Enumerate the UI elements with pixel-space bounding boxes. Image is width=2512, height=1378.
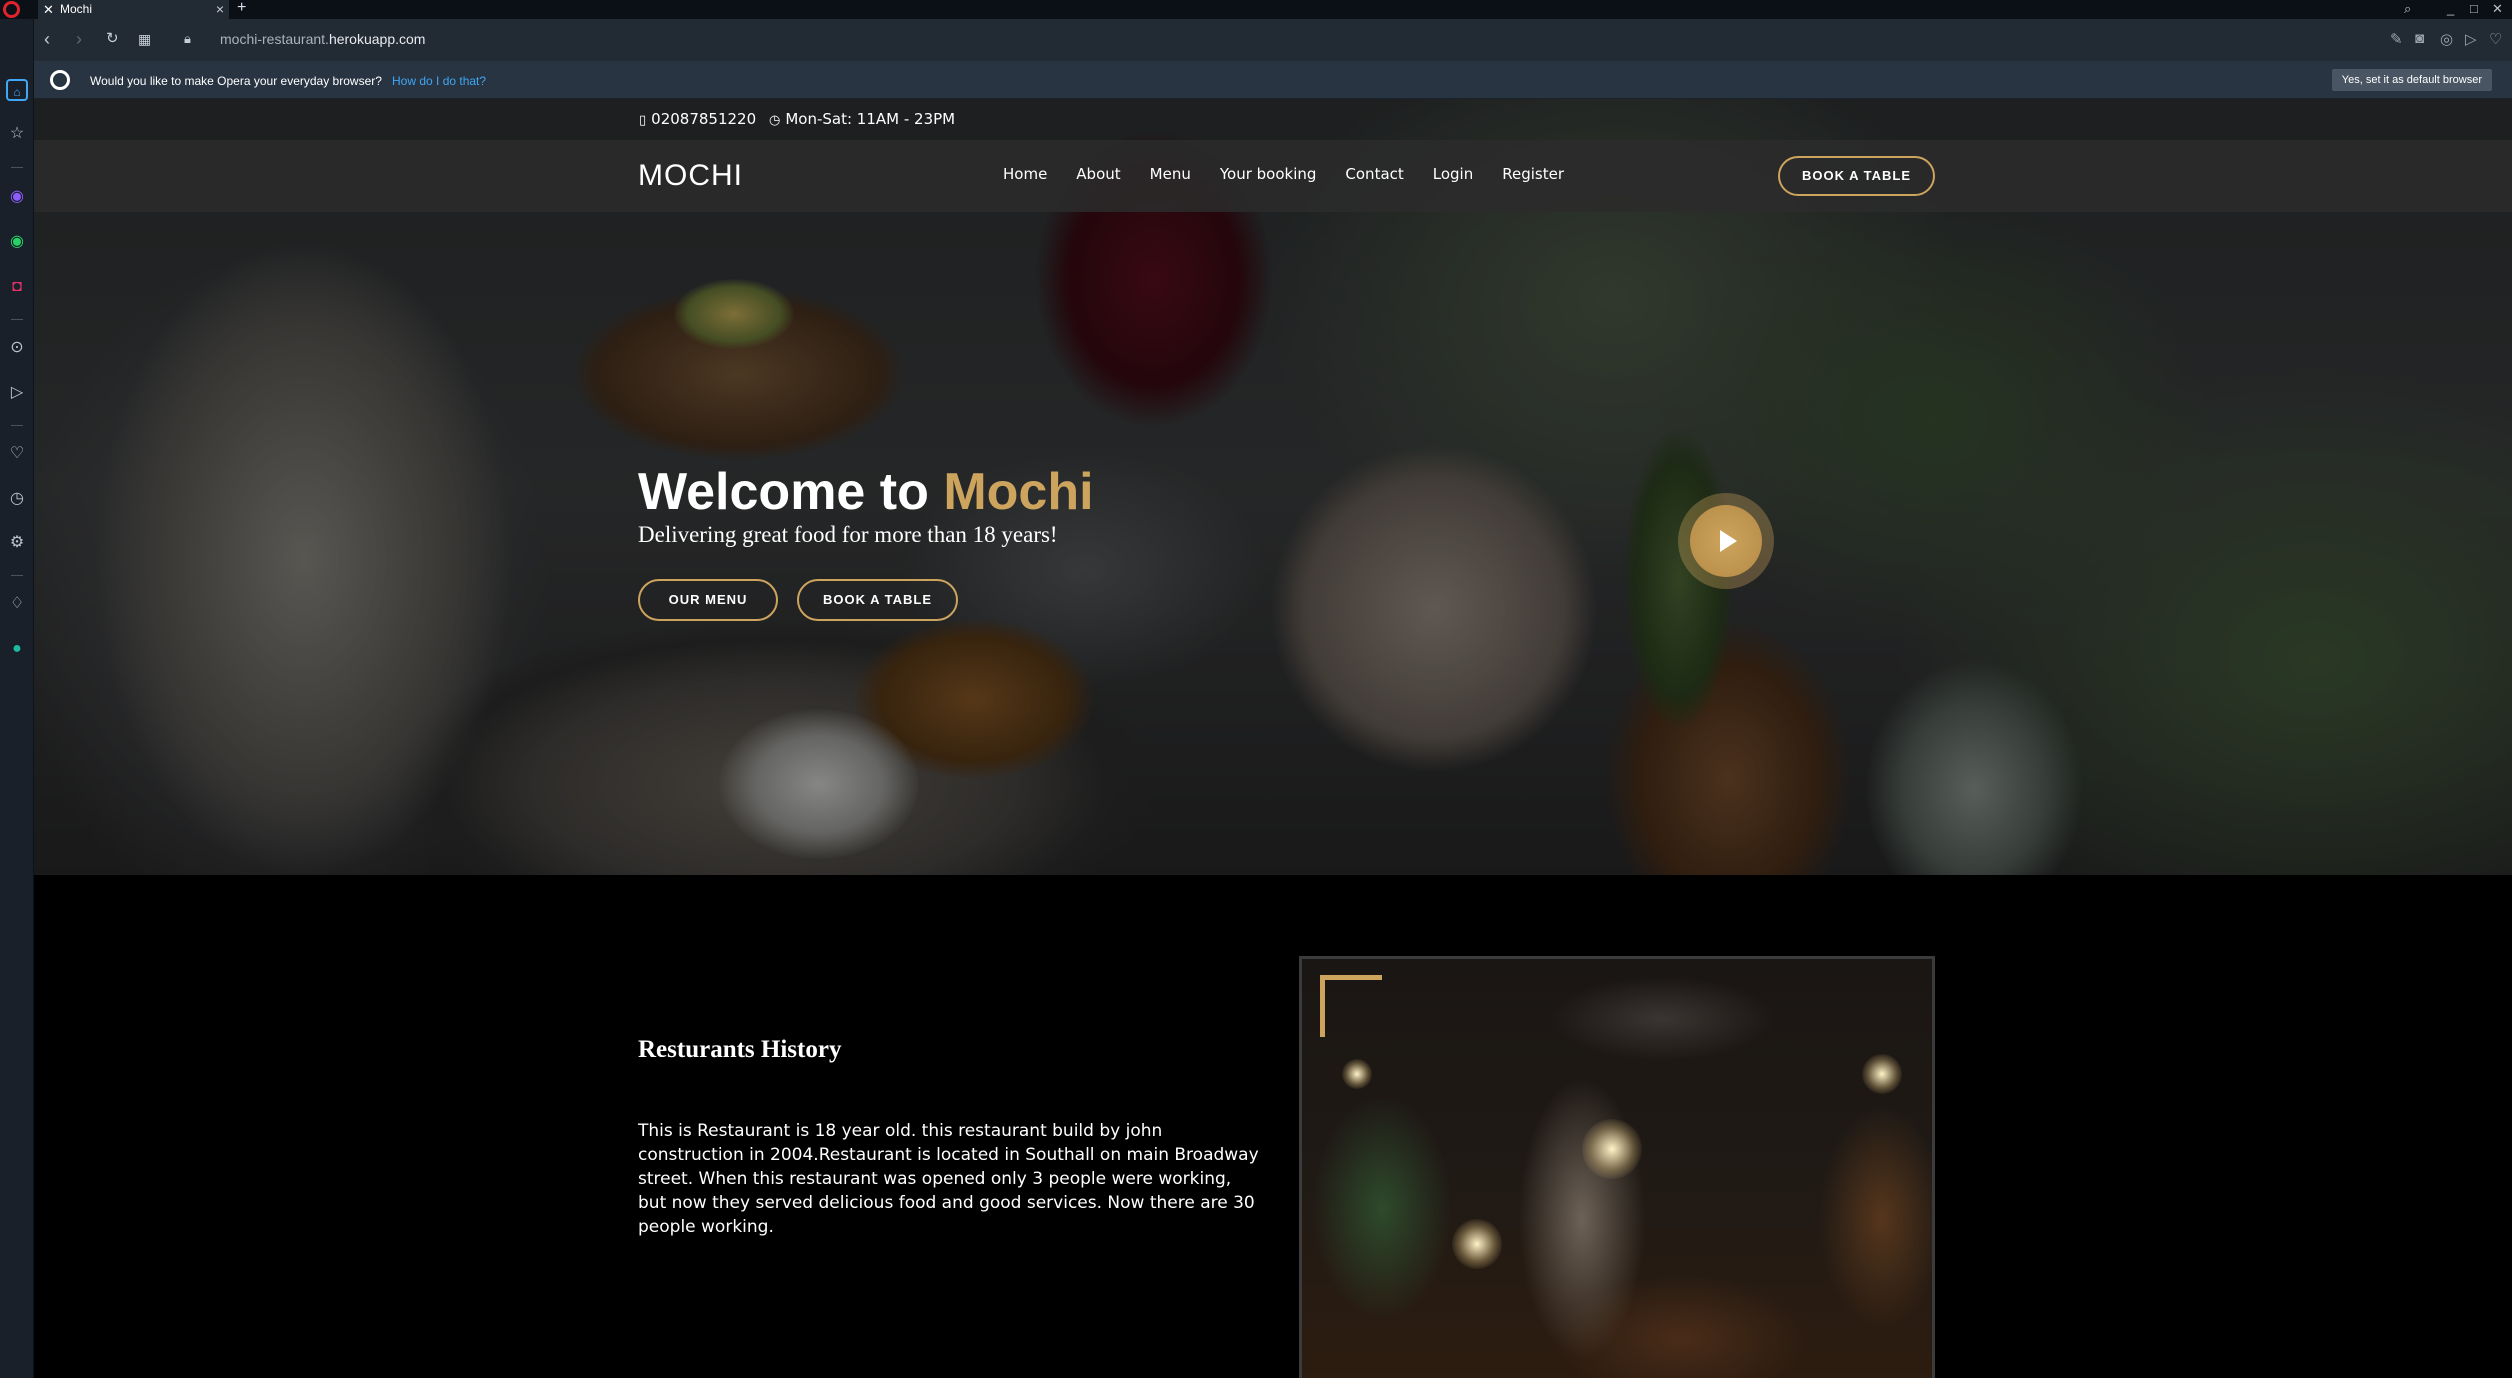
hours-info: ◷ Mon-Sat: 11AM - 23PM	[769, 110, 956, 128]
my-flow-icon[interactable]: ▷	[6, 382, 28, 404]
site-navbar: MOCHI Home About Menu Your booking Conta…	[34, 140, 2512, 212]
infobar-link[interactable]: How do I do that?	[392, 74, 486, 88]
hero-title: Welcome to Mochi	[638, 463, 1094, 521]
history-icon[interactable]: ◷	[6, 488, 28, 510]
messenger-icon[interactable]: ◉	[6, 186, 28, 208]
clock-icon: ◷	[769, 113, 781, 128]
back-icon[interactable]: ‹	[44, 28, 50, 50]
opera-icon	[50, 70, 70, 90]
hero-book-table-button[interactable]: BOOK A TABLE	[797, 579, 958, 621]
default-browser-infobar: Would you like to make Opera your everyd…	[34, 61, 2512, 99]
about-text: This is Restaurant is 18 year old. this …	[638, 1121, 1259, 1237]
phone-icon: ▯	[639, 113, 647, 128]
set-default-button[interactable]: Yes, set it as default browser	[2331, 69, 2492, 91]
hero-subtitle: Delivering great food for more than 18 y…	[638, 522, 1058, 547]
top-info-bar: ▯ 02087851220 ◷ Mon-Sat: 11AM - 23PM	[34, 99, 2512, 140]
heart-icon[interactable]: ♡	[2489, 30, 2502, 48]
tab-title: Mochi	[60, 2, 93, 16]
infobar-text: Would you like to make Opera your everyd…	[90, 74, 382, 88]
search-tabs-icon[interactable]: ⌕	[2404, 0, 2411, 17]
whatsapp-icon[interactable]: ◉	[6, 231, 28, 253]
camera-icon[interactable]: ◙	[2415, 30, 2424, 47]
restaurant-interior-image	[1299, 956, 1935, 1378]
reload-icon[interactable]: ↻	[106, 28, 119, 50]
opera-menu-icon[interactable]	[3, 1, 20, 18]
nav-book-table-button[interactable]: BOOK A TABLE	[1778, 156, 1935, 196]
tab-mochi[interactable]: ✕ Mochi ×	[38, 0, 229, 19]
aria-icon[interactable]: ●	[6, 638, 28, 660]
web-page: ▯ 02087851220 ◷ Mon-Sat: 11AM - 23PM MOCHI…	[34, 99, 2512, 1378]
tab-bar: ✕ Mochi × + ⌕ _ □ ✕	[0, 0, 2512, 19]
sidebar-divider	[11, 575, 23, 576]
nav-menu-link[interactable]: Menu	[1150, 165, 1191, 183]
sidebar-divider	[11, 319, 23, 320]
about-title: Resturants History	[638, 1036, 842, 1063]
lamp-light	[1452, 1219, 1502, 1269]
instagram-icon[interactable]: ◘	[6, 276, 28, 298]
hero-section: ▯ 02087851220 ◷ Mon-Sat: 11AM - 23PM MOCHI…	[34, 99, 2512, 875]
edit-icon[interactable]: ✎	[2390, 30, 2403, 48]
tab-close-icon[interactable]: ×	[216, 0, 224, 19]
nav-about[interactable]: About	[1076, 165, 1120, 183]
tips-icon[interactable]: ♢	[6, 593, 28, 615]
hero-overlay	[34, 99, 2512, 875]
play-video-button[interactable]	[1690, 505, 1762, 577]
nav-login[interactable]: Login	[1433, 165, 1473, 183]
nav-menu: Home About Menu Your booking Contact Log…	[1003, 165, 1593, 183]
play-icon	[1720, 530, 1737, 552]
home-icon[interactable]: ⌂	[6, 79, 28, 101]
nav-register[interactable]: Register	[1502, 165, 1564, 183]
maximize-icon[interactable]: □	[2470, 0, 2478, 17]
shield-icon[interactable]: ◎	[2440, 30, 2453, 48]
lamp-light	[1342, 1059, 1372, 1089]
new-tab-button[interactable]: +	[237, 0, 246, 17]
address-bar: ‹ › ↻ ▦ 🔒︎ mochi-restaurant.herokuapp.co…	[34, 19, 2512, 61]
url-field[interactable]: mochi-restaurant.herokuapp.com	[220, 31, 425, 47]
lamp-light	[1582, 1119, 1642, 1179]
nav-contact[interactable]: Contact	[1345, 165, 1403, 183]
player-icon[interactable]: ⊙	[6, 337, 28, 359]
opera-sidebar: ⌂ ☆ ◉ ◉ ◘ ⊙ ▷ ♡ ◷ ⚙ ♢ ●	[0, 19, 34, 1378]
fork-knife-icon: ✕	[43, 2, 54, 17]
speed-dial-icon[interactable]: ☆	[6, 123, 28, 145]
phone-info: ▯ 02087851220	[639, 110, 757, 128]
settings-icon[interactable]: ⚙	[6, 532, 28, 554]
our-menu-button[interactable]: OUR MENU	[638, 579, 778, 621]
sidebar-divider	[11, 167, 23, 168]
nav-your-booking[interactable]: Your booking	[1220, 165, 1317, 183]
forward-icon[interactable]: ›	[76, 28, 82, 50]
close-window-icon[interactable]: ✕	[2492, 0, 2503, 17]
sidebar-divider	[11, 425, 23, 426]
lock-icon: 🔒︎	[184, 31, 191, 46]
site-logo[interactable]: MOCHI	[638, 159, 743, 193]
lamp-light	[1862, 1054, 1902, 1094]
image-corner-frame	[1320, 975, 1382, 1037]
minimize-icon[interactable]: _	[2447, 0, 2454, 17]
tabs-grid-icon[interactable]: ▦	[138, 28, 151, 50]
bookmarks-heart-icon[interactable]: ♡	[6, 443, 28, 465]
nav-home[interactable]: Home	[1003, 165, 1047, 183]
send-icon[interactable]: ▷	[2465, 30, 2477, 48]
